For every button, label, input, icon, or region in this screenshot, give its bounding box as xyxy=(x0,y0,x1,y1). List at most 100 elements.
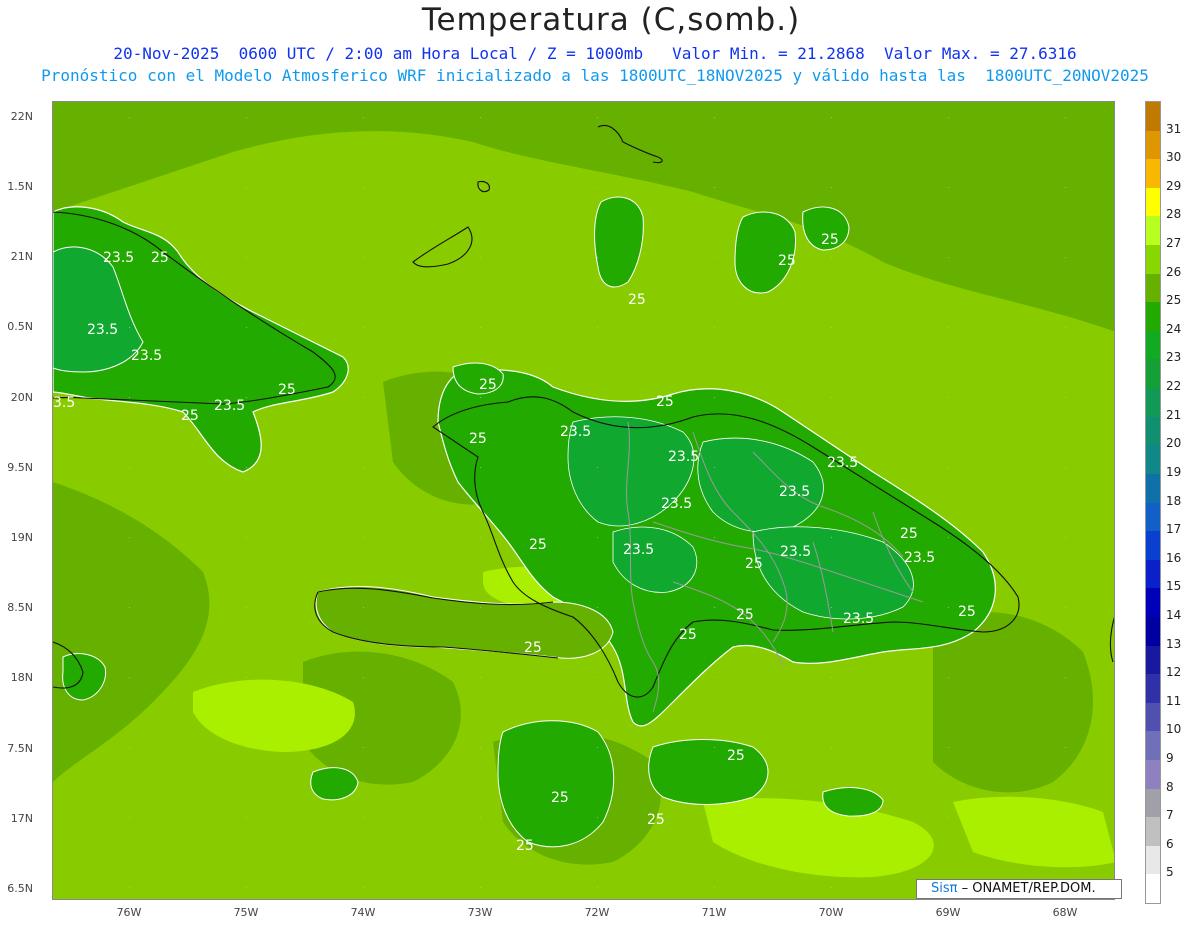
contour-label: 25 xyxy=(778,253,796,269)
color-scale-label: 14 xyxy=(1166,607,1182,622)
color-scale-cell xyxy=(1146,330,1160,360)
lon-label: 74W xyxy=(350,906,376,919)
contour-label: 23.5 xyxy=(843,611,874,627)
color-scale-cell xyxy=(1146,473,1160,503)
color-scale-label: 24 xyxy=(1166,321,1182,336)
contour-label: 25 xyxy=(900,526,918,542)
color-scale-label: 30 xyxy=(1166,150,1182,165)
color-scale-cell xyxy=(1146,388,1160,418)
color-scale-cell xyxy=(1146,102,1160,132)
contour-label: 23.5 xyxy=(623,542,654,558)
contour-label: 23.5 xyxy=(214,398,245,414)
color-scale-label: 16 xyxy=(1166,550,1182,565)
color-scale-label: 15 xyxy=(1166,579,1182,594)
lat-label: 19N xyxy=(10,531,33,544)
lat-label: 9.5N xyxy=(7,461,33,474)
color-scale-cell xyxy=(1146,445,1160,475)
color-scale-label: 18 xyxy=(1166,493,1182,508)
color-scale-cell xyxy=(1146,502,1160,532)
color-scale-label: 23 xyxy=(1166,350,1182,365)
map-title: Temperatura (C,somb.) xyxy=(421,2,801,38)
color-scale-label: 11 xyxy=(1166,693,1182,708)
color-scale-cell xyxy=(1146,702,1160,732)
lat-label: 7.5N xyxy=(7,742,33,755)
contour-label: 25 xyxy=(151,250,169,266)
lat-label: 0.5N xyxy=(7,320,33,333)
color-scale-cell xyxy=(1146,731,1160,761)
contour-label: 3.5 xyxy=(53,395,75,411)
color-scale-label: 28 xyxy=(1166,207,1182,222)
color-scale-label: 9 xyxy=(1166,750,1174,765)
contour-label: 25 xyxy=(551,790,569,806)
color-scale-cell xyxy=(1146,130,1160,160)
color-scale-cell xyxy=(1146,645,1160,675)
map-canvas: 23.5 25 23.5 23.5 25 23.5 25 3.5 25 25 2… xyxy=(53,102,1114,899)
color-scale-label: 20 xyxy=(1166,436,1182,451)
color-scale-cell xyxy=(1146,159,1160,189)
color-scale-cell xyxy=(1146,273,1160,303)
color-scale-label: 31 xyxy=(1166,121,1182,136)
contour-label: 25 xyxy=(278,382,296,398)
color-scale-cell xyxy=(1146,531,1160,561)
color-scale-cell xyxy=(1146,845,1160,875)
lat-label: 20N xyxy=(10,391,33,404)
subtitle-model-info: Pronóstico con el Modelo Atmosferico WRF… xyxy=(41,66,1149,85)
contour-label: 23.5 xyxy=(131,348,162,364)
subtitle-valid-time: 20-Nov-2025 0600 UTC / 2:00 am Hora Loca… xyxy=(113,44,1077,63)
color-scale-label: 22 xyxy=(1166,379,1182,394)
lon-label: 71W xyxy=(701,906,727,919)
color-scale-cell xyxy=(1146,817,1160,847)
lat-label: 8.5N xyxy=(7,601,33,614)
lon-label: 75W xyxy=(233,906,259,919)
color-scale-cell xyxy=(1146,674,1160,704)
color-scale-cell xyxy=(1146,216,1160,246)
contour-label: 23.5 xyxy=(87,322,118,338)
color-scale-label: 6 xyxy=(1166,836,1174,851)
contour-label: 25 xyxy=(529,537,547,553)
lon-label: 72W xyxy=(584,906,610,919)
contour-label: 25 xyxy=(656,394,674,410)
lon-label: 68W xyxy=(1052,906,1078,919)
contour-label: 25 xyxy=(516,838,534,854)
color-scale-label: 25 xyxy=(1166,293,1182,308)
color-scale-cell xyxy=(1146,416,1160,446)
contour-label: 23.5 xyxy=(560,424,591,440)
color-scale-cell xyxy=(1146,788,1160,818)
color-scale-label: 17 xyxy=(1166,522,1182,537)
credit-org: – ONAMET/REP.DOM. xyxy=(961,881,1096,896)
color-scale-label: 19 xyxy=(1166,464,1182,479)
lat-label: 1.5N xyxy=(7,180,33,193)
color-scale-label: 27 xyxy=(1166,236,1182,251)
lon-label: 69W xyxy=(935,906,961,919)
contour-label: 25 xyxy=(821,232,839,248)
color-scale-cell xyxy=(1146,874,1160,904)
credit-sis: Sis xyxy=(931,881,950,896)
lat-label: 22N xyxy=(10,110,33,123)
contour-label: 25 xyxy=(628,292,646,308)
color-scale-cell xyxy=(1146,245,1160,275)
lat-label: 18N xyxy=(10,671,33,684)
color-scale-cell xyxy=(1146,302,1160,332)
color-scale-label: 29 xyxy=(1166,178,1182,193)
contour-label: 25 xyxy=(745,556,763,572)
color-scale-label: 10 xyxy=(1166,722,1182,737)
lon-label: 70W xyxy=(818,906,844,919)
color-scale-label: 21 xyxy=(1166,407,1182,422)
color-scale-label: 13 xyxy=(1166,636,1182,651)
color-scale-cell xyxy=(1146,759,1160,790)
contour-label: 25 xyxy=(727,748,745,764)
color-scale-cell xyxy=(1146,588,1160,618)
contour-label: 25 xyxy=(679,627,697,643)
contour-label: 23.5 xyxy=(904,550,935,566)
lat-label: 21N xyxy=(10,250,33,263)
credit-box: Sisπ – ONAMET/REP.DOM. xyxy=(916,879,1122,899)
contour-label: 23.5 xyxy=(103,250,134,266)
color-scale-label: 7 xyxy=(1166,808,1174,823)
color-scale-label: 5 xyxy=(1166,865,1174,880)
color-scale-cell xyxy=(1146,616,1160,647)
color-scale-cell xyxy=(1146,187,1160,217)
contour-label: 23.5 xyxy=(780,544,811,560)
contour-label: 23.5 xyxy=(668,449,699,465)
lon-label: 76W xyxy=(116,906,142,919)
contour-label: 25 xyxy=(181,408,199,424)
